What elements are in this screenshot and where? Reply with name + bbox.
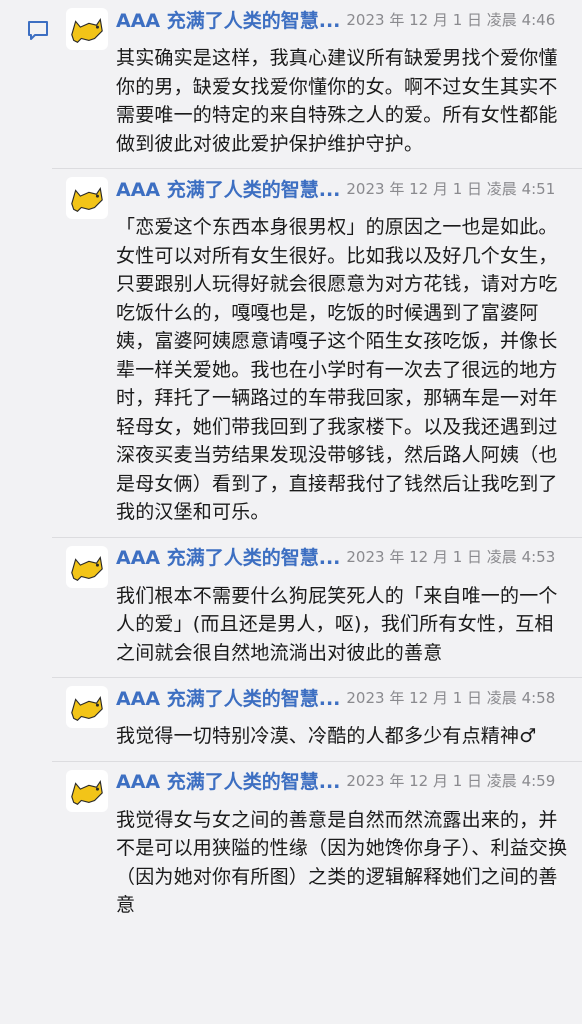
cat-avatar-icon[interactable] <box>66 769 108 812</box>
cat-avatar-icon[interactable] <box>66 8 108 50</box>
comment-item: AAA 充满了人类的智慧... 2023 年 12 月 1 日 凌晨 4:59 … <box>52 762 582 930</box>
timestamp: 2023 年 12 月 1 日 凌晨 4:59 <box>346 772 556 790</box>
comment-text: 其实确实是这样，我真心建议所有缺爱男找个爱你懂你的男，缺爱女找爱你懂你的女。啊不… <box>116 47 558 155</box>
comment-text: 我觉得女与女之间的善意是自然而然流露出来的，并不是可以用狭隘的性缘（因为她馋你身… <box>116 808 568 917</box>
cat-avatar-icon[interactable] <box>66 545 108 588</box>
comment-text: 我们根本不需要什么狗屁笑死人的「来自唯一的一个人的爱」(而且还是男人，呕)，我们… <box>116 584 558 664</box>
comment-bubble-icon[interactable] <box>26 18 50 42</box>
comment-item: AAA 充满了人类的智慧... 2023 年 12 月 1 日 凌晨 4:53 … <box>52 538 582 678</box>
author-name[interactable]: AAA 充满了人类的智慧... <box>116 543 340 570</box>
comment-item: AAA 充满了人类的智慧... 2023 年 12 月 1 日 凌晨 4:51 … <box>52 169 582 538</box>
timestamp: 2023 年 12 月 1 日 凌晨 4:51 <box>346 179 556 198</box>
timestamp: 2023 年 12 月 1 日 凌晨 4:53 <box>346 548 556 566</box>
author-name[interactable]: AAA 充满了人类的智慧... <box>116 684 340 711</box>
comment-item: AAA 充满了人类的智慧... 2023 年 12 月 1 日 凌晨 4:46 … <box>52 0 582 169</box>
author-name[interactable]: AAA 充满了人类的智慧... <box>116 175 340 202</box>
comment-thread: AAA 充满了人类的智慧... 2023 年 12 月 1 日 凌晨 4:46 … <box>52 0 582 930</box>
cat-avatar-icon[interactable] <box>66 686 108 728</box>
comment-item: AAA 充满了人类的智慧... 2023 年 12 月 1 日 凌晨 4:58 … <box>52 678 582 762</box>
comment-text: 我觉得一切特别冷漠、冷酷的人都多少有点精神♂ <box>116 725 537 747</box>
author-name[interactable]: AAA 充满了人类的智慧... <box>116 6 340 33</box>
timestamp: 2023 年 12 月 1 日 凌晨 4:58 <box>346 688 556 707</box>
cat-avatar-icon[interactable] <box>66 177 108 219</box>
timestamp: 2023 年 12 月 1 日 凌晨 4:46 <box>346 10 556 29</box>
comment-text: 「恋爱这个东西本身很男权」的原因之一也是如此。女性可以对所有女生很好。比如我以及… <box>116 216 558 523</box>
author-name[interactable]: AAA 充满了人类的智慧... <box>116 767 340 794</box>
